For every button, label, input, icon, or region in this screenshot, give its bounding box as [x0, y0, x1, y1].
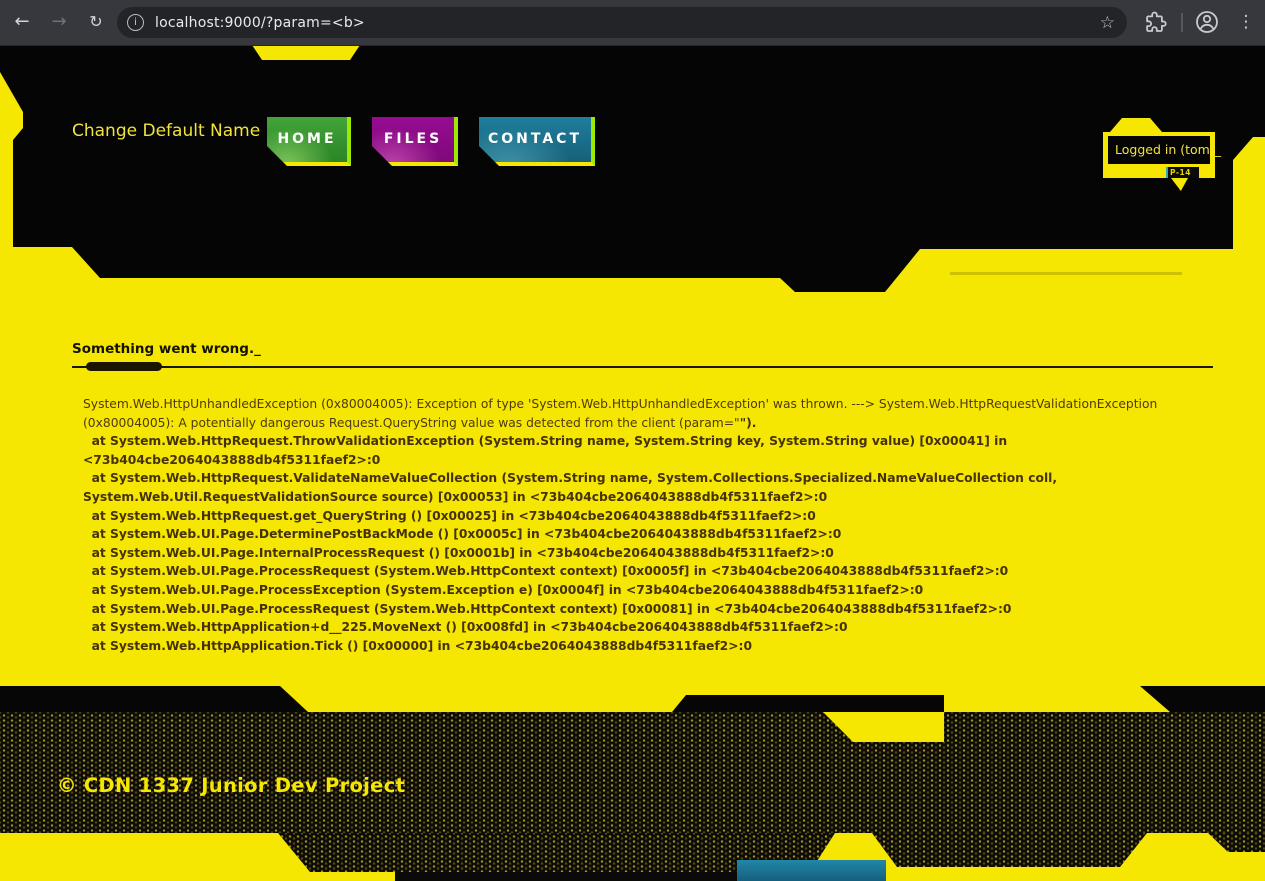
site-title-link[interactable]: Change Default Name: [72, 121, 260, 141]
cursor-badge: P-14: [1166, 167, 1199, 178]
copyright-text: © CDN 1337 Junior Dev Project: [57, 774, 405, 797]
stack-trace-bold: "). at System.Web.HttpRequest.ThrowValid…: [83, 416, 1061, 653]
error-heading: Something went wrong._: [72, 341, 261, 357]
heading-rule-blob: [86, 362, 162, 371]
footer-tongue-corner: [1208, 833, 1265, 852]
reload-icon[interactable]: ↻: [82, 8, 110, 36]
browser-menu-icon[interactable]: ⋮: [1234, 8, 1258, 36]
webpage: Change Default Name HOME FILES CONTACT L…: [0, 45, 1265, 881]
nav-button-files[interactable]: FILES: [372, 117, 458, 166]
footer-blue-bar: [737, 860, 886, 881]
header-black-shape: [0, 45, 1265, 292]
footer-shape-left: [0, 686, 308, 712]
address-bar[interactable]: i localhost:9000/?param=<b> ☆: [117, 7, 1127, 38]
stack-trace-intro: System.Web.HttpUnhandledException (0x800…: [83, 397, 1161, 430]
site-info-icon[interactable]: i: [127, 14, 144, 31]
bookmark-star-icon[interactable]: ☆: [1100, 13, 1115, 33]
nav-button-contact[interactable]: CONTACT: [479, 117, 595, 166]
stack-trace: System.Web.HttpUnhandledException (0x800…: [83, 395, 1215, 655]
toolbar-divider: [1181, 13, 1183, 32]
header-shadow-line: [950, 272, 1182, 275]
extensions-icon[interactable]: [1144, 10, 1168, 34]
browser-window: ← → ↻ i localhost:9000/?param=<b> ☆ ⋮ Ch…: [0, 0, 1265, 881]
url-text[interactable]: localhost:9000/?param=<b>: [155, 15, 1100, 31]
footer-dotted-band: [0, 712, 1265, 833]
footer-tongue-right: [872, 833, 1147, 867]
footer-shape-middle: [672, 695, 944, 712]
login-status: Logged in (tom)_: [1108, 136, 1210, 164]
forward-icon[interactable]: →: [45, 8, 73, 36]
footer-shape-right: [1140, 686, 1265, 712]
profile-icon[interactable]: [1194, 9, 1220, 35]
browser-toolbar: ← → ↻ i localhost:9000/?param=<b> ☆ ⋮: [0, 0, 1265, 46]
heading-rule: [72, 366, 1213, 368]
back-icon[interactable]: ←: [8, 8, 36, 36]
